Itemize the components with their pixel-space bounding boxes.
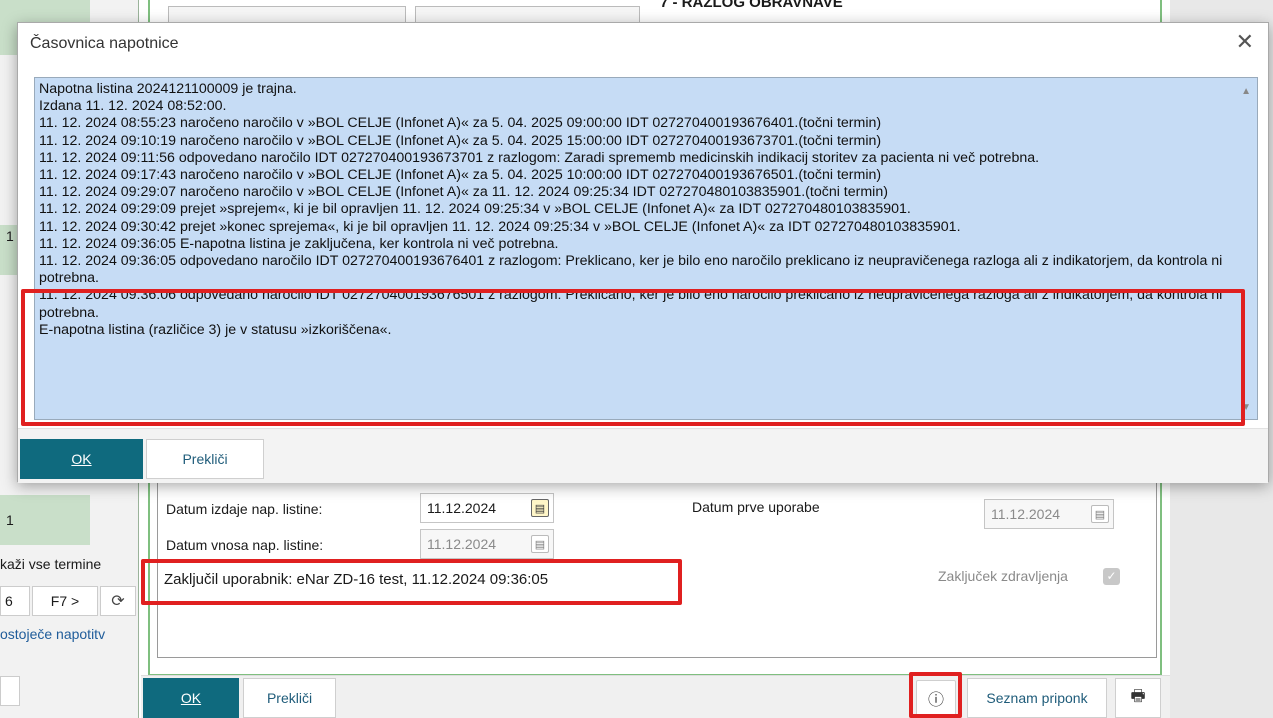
highlight-cancelled-orders	[21, 289, 1245, 426]
calendar-icon[interactable]: ▤	[531, 499, 549, 517]
issue-date-label: Datum izdaje nap. listine:	[166, 501, 323, 517]
form-footer: OK Prekliči ⓘ Seznam priponk 🖶	[141, 675, 1170, 718]
dialog-cancel-button[interactable]: Prekliči	[146, 439, 264, 479]
printer-icon[interactable]: 🖶	[1115, 678, 1161, 718]
left-number-a: 1	[6, 228, 14, 244]
cancel-button[interactable]: Prekliči	[243, 678, 336, 718]
log-line: 11. 12. 2024 08:55:23 naročeno naročilo …	[39, 115, 882, 132]
entry-date-label: Datum vnosa nap. listine:	[166, 537, 324, 553]
scroll-up-icon[interactable]: ▲	[1241, 86, 1251, 97]
ok-button[interactable]: OK	[143, 678, 239, 718]
entry-date-field: 11.12.2024 ▤	[420, 529, 554, 559]
log-line: 11. 12. 2024 09:30:42 prejet »konec spre…	[39, 218, 961, 235]
first-use-date-field: 11.12.2024 ▤	[984, 499, 1114, 529]
dialog-footer: OK Prekliči	[18, 428, 1268, 483]
dialog-title: Časovnica napotnice	[30, 35, 179, 52]
highlight-closed-by	[141, 559, 682, 605]
dialog-ok-button[interactable]: OK	[20, 439, 143, 479]
calendar-icon: ▤	[1091, 505, 1109, 523]
log-line: Napotna listina 2024121100009 je trajna.	[39, 81, 297, 97]
treatment-end-label: Zaključek zdravljenja	[938, 568, 1068, 584]
left-edge-button[interactable]	[0, 676, 20, 706]
log-line: 11. 12. 2024 09:29:09 prejet »sprejem«, …	[39, 201, 911, 218]
log-line: 11. 12. 2024 09:29:07 naročeno naročilo …	[39, 184, 888, 201]
refresh-icon[interactable]: ⟳	[100, 586, 136, 616]
issue-date-field[interactable]: 11.12.2024 ▤	[420, 493, 554, 523]
log-line: 11. 12. 2024 09:10:19 naročeno naročilo …	[39, 132, 882, 149]
show-all-terms-label[interactable]: kaži vse termine	[0, 556, 101, 572]
log-line: 11. 12. 2024 09:17:43 naročeno naročilo …	[39, 167, 882, 184]
close-icon[interactable]: ✕	[1236, 29, 1254, 55]
calendar-icon: ▤	[531, 535, 549, 553]
log-line: Izdana 11. 12. 2024 08:52:00.	[39, 98, 227, 115]
timeline-dialog: Časovnica napotnice ✕ Napotna listina 20…	[17, 22, 1269, 483]
highlight-info-button	[909, 672, 962, 718]
attachments-button[interactable]: Seznam priponk	[967, 678, 1107, 718]
first-use-label: Datum prve uporabe	[692, 499, 820, 515]
nav-f6-button[interactable]: 6	[0, 586, 30, 616]
log-line: 11. 12. 2024 09:11:56 odpovedano naročil…	[39, 149, 1040, 166]
treatment-end-checkbox: ✓	[1103, 568, 1120, 585]
log-line: 11. 12. 2024 09:36:05 E-napotna listina …	[39, 235, 559, 252]
existing-referrals-link[interactable]: ostoječe napotitv	[0, 626, 105, 642]
left-number-b: 1	[6, 512, 14, 528]
log-line: 11. 12. 2024 09:36:05 odpovedano naročil…	[39, 253, 1223, 287]
section-heading: 7 - RAZLOG OBRAVNAVE	[660, 0, 843, 11]
nav-f7-button[interactable]: F7 >	[32, 586, 98, 616]
